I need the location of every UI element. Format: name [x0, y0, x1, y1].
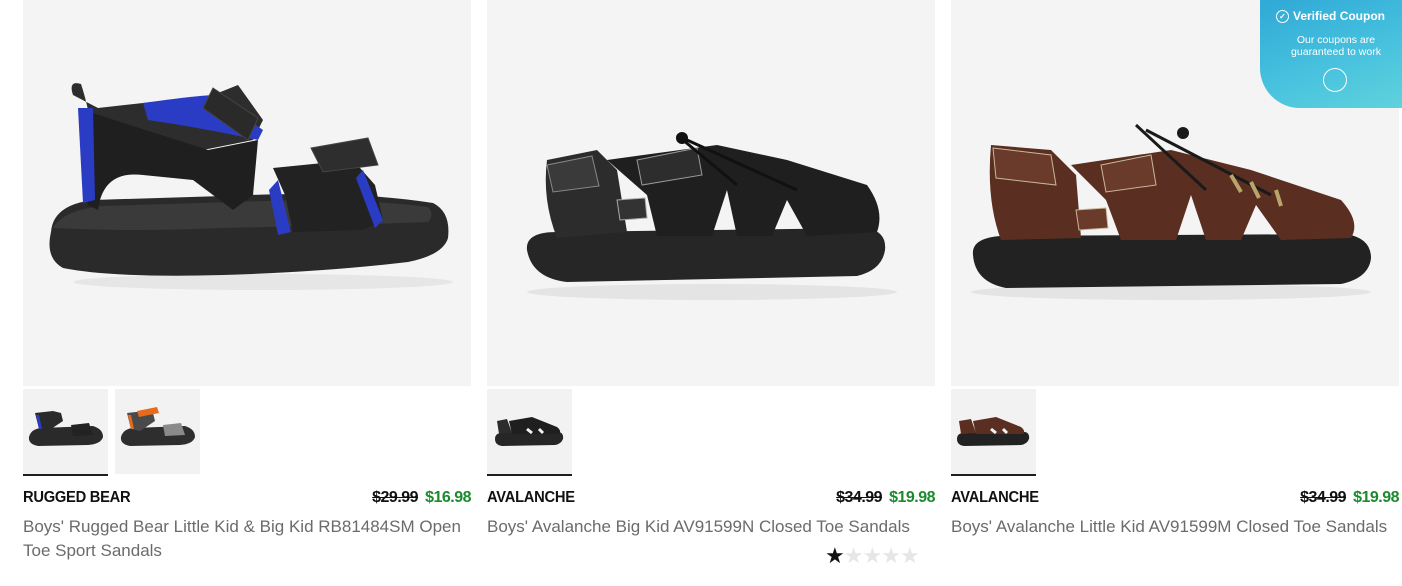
sale-price-1: $16.98: [425, 489, 471, 506]
product-title-3[interactable]: Boys' Avalanche Little Kid AV91599M Clos…: [951, 515, 1399, 539]
thumbnail-2-1[interactable]: [487, 389, 572, 476]
thumbnail-1-1[interactable]: [23, 389, 108, 476]
verified-coupon-badge[interactable]: ✓ Verified Coupon Our coupons are guarant…: [1260, 0, 1402, 108]
coupon-logo-icon: [1323, 68, 1347, 92]
orange-sandal-thumb-icon: [120, 407, 195, 446]
original-price-1: $29.99: [372, 489, 419, 506]
check-circle-icon: ✓: [1276, 10, 1289, 23]
brand-name-3: AVALANCHE: [951, 489, 1039, 506]
original-price-3: $34.99: [1300, 489, 1347, 506]
brand-name-1: RUGGED BEAR: [23, 489, 131, 506]
black-sandal-thumb-icon: [495, 417, 564, 446]
star-filled-icon: ★: [825, 543, 845, 568]
sale-price-3: $19.98: [1353, 489, 1399, 506]
coupon-title-row: ✓ Verified Coupon: [1276, 9, 1385, 23]
coupon-title: Verified Coupon: [1293, 9, 1386, 23]
sandal-blue-image: [49, 83, 453, 290]
star-empty-icon: ★: [899, 543, 920, 568]
product-card-2: AVALANCHE $34.99 $19.98 Boys' Avalanche B…: [487, 0, 935, 568]
star-empty-icon: ★: [862, 543, 882, 568]
star-empty-icon: ★: [843, 543, 864, 568]
product-card-1: RUGGED BEAR $29.99 $16.98 Boys' Rugged Be…: [23, 0, 471, 560]
product-image-1[interactable]: [23, 0, 471, 386]
thumbnail-3-1[interactable]: [951, 389, 1036, 476]
star-empty-icon: ★: [881, 543, 901, 568]
thumbnail-1-2[interactable]: [115, 389, 200, 474]
sale-price-2: $19.98: [889, 489, 935, 506]
original-price-2: $34.99: [836, 489, 883, 506]
price-block-1: $29.99 $16.98: [372, 489, 471, 507]
price-block-3: $34.99 $19.98: [1300, 489, 1399, 507]
product-image-2[interactable]: [487, 0, 935, 386]
brand-name-2: AVALANCHE: [487, 489, 575, 506]
blue-sandal-thumb-icon: [28, 411, 104, 446]
product-title-2[interactable]: Boys' Avalanche Big Kid AV91599N Closed …: [487, 515, 935, 539]
sandal-black-image: [526, 132, 897, 300]
price-block-2: $34.99 $19.98: [836, 489, 935, 507]
brown-sandal-thumb-icon: [957, 417, 1030, 446]
product-title-1[interactable]: Boys' Rugged Bear Little Kid & Big Kid R…: [23, 515, 471, 563]
rating-stars: ★★★★★: [825, 543, 920, 569]
coupon-description: Our coupons are guaranteed to work: [1291, 34, 1381, 58]
